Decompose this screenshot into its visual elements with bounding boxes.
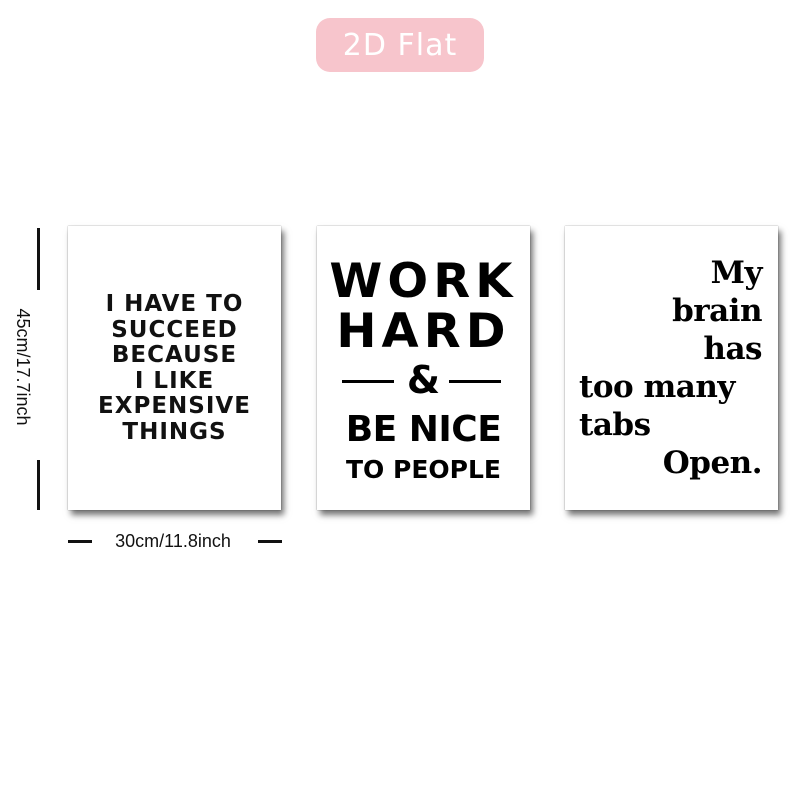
width-dimension-label: 30cm/11.8inch <box>115 531 231 551</box>
poster-work-hard: WORK HARD & BE NICE TO PEOPLE <box>317 226 530 510</box>
poster-1-line: I HAVE TO <box>105 291 244 317</box>
width-dimension-line-right <box>258 540 282 543</box>
poster-2-hard: HARD <box>336 304 511 359</box>
height-dimension-label: 45cm/17.7inch <box>13 308 33 426</box>
poster-1-line: I LIKE <box>134 367 215 394</box>
poster-3-line: Open. <box>662 445 763 481</box>
height-dimension-line-top <box>37 228 40 290</box>
poster-3-text: My brain has too many tabs Open. <box>579 254 763 482</box>
poster-2-rule-right <box>449 380 501 383</box>
height-dimension-line-bottom <box>37 460 40 510</box>
poster-1-text: I HAVE TO SUCCEED BECAUSE I LIKE EXPENSI… <box>68 291 281 445</box>
poster-1-line: THINGS <box>122 418 227 445</box>
poster-2-to-people: TO PEOPLE <box>346 455 501 484</box>
width-dimension-line-left <box>68 540 92 543</box>
style-badge: 2D Flat <box>316 18 484 72</box>
poster-1-line: EXPENSIVE <box>98 393 251 419</box>
poster-1-line: BECAUSE <box>111 342 238 368</box>
poster-3-line: too many <box>579 369 735 405</box>
poster-2-work: WORK <box>329 254 518 309</box>
poster-3-line: My <box>710 255 763 291</box>
poster-3-line: tabs <box>579 407 651 443</box>
poster-1-line: SUCCEED <box>111 316 238 343</box>
poster-2-be-nice: BE NICE <box>345 409 502 450</box>
poster-3-line: has <box>703 331 762 367</box>
poster-2-ampersand-row: & <box>317 360 530 400</box>
poster-3-line: brain <box>672 293 762 329</box>
poster-expensive-things: I HAVE TO SUCCEED BECAUSE I LIKE EXPENSI… <box>68 226 281 510</box>
poster-brain-tabs: My brain has too many tabs Open. <box>565 226 778 510</box>
